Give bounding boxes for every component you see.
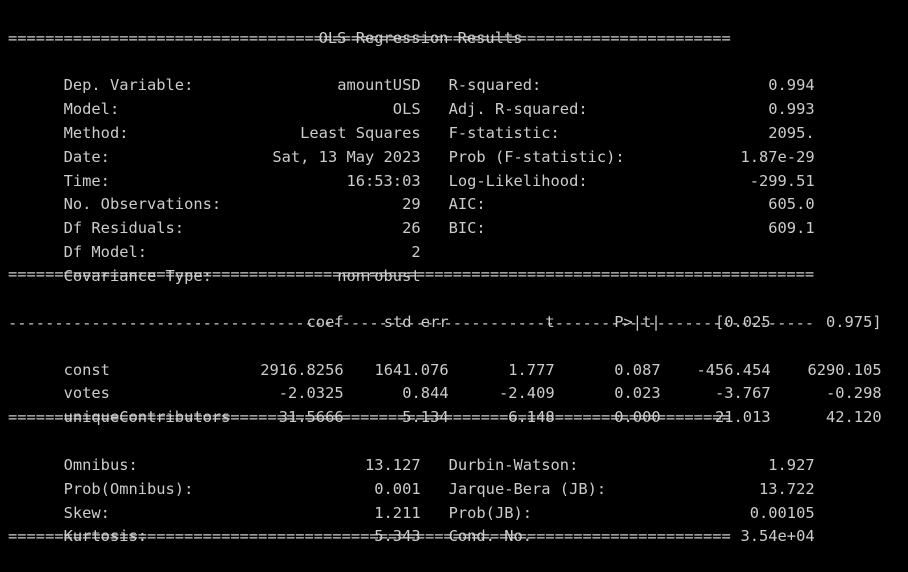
- title-line: OLS Regression Results: [8, 2, 796, 47]
- summary-row: Method: Least Squares F-statistic: 2095.: [8, 97, 815, 142]
- rule-coef-dash: ----------------------------------------…: [8, 314, 815, 332]
- table-row: uniqueContributors 31.5666 5.134 6.148 0.000…: [8, 381, 882, 426]
- summary-row: No. Observations: 29 AIC: 605.0: [8, 168, 815, 213]
- summary-row: Df Model: 2: [8, 216, 421, 261]
- coef-header-row: coef std err t P>|t| [0.025 0.975]: [8, 286, 882, 331]
- summary-stat-label: BIC:: [448, 219, 486, 237]
- table-row: votes -2.0325 0.844 -2.409 0.023 -3.767 -0.298: [8, 357, 882, 402]
- summary-row: Model: OLS Adj. R-squared: 0.993: [8, 73, 815, 118]
- rule-top: ========================================…: [8, 29, 731, 47]
- summary-stat-value: 609.1: [768, 219, 815, 237]
- rule-diagnostics-top: ========================================…: [8, 408, 731, 426]
- diagnostic-row: Prob(Omnibus): 0.001 Jarque-Bera (JB): 13.7…: [8, 453, 815, 498]
- diagnostic-row: Omnibus: 13.127 Durbin-Watson: 1.927: [8, 429, 815, 474]
- summary-row: Dep. Variable: amountUSD R-squared: 0.994: [8, 49, 815, 94]
- diagnostic-row: Skew: 1.211 Prob(JB): 0.00105: [8, 477, 815, 522]
- summary-row: Time: 16:53:03 Log-Likelihood: -299.51: [8, 145, 815, 190]
- summary-row: Covariance Type: nonrobust: [8, 240, 421, 285]
- terminal-output: OLS Regression Results =================…: [0, 0, 908, 557]
- rule-coef-top: ========================================…: [8, 265, 815, 283]
- diagnostic-row: Kurtosis: 5.343 Cond. No. 3.54e+04: [8, 500, 815, 545]
- rule-bottom: ========================================…: [8, 527, 731, 545]
- summary-row: Date: Sat, 13 May 2023 Prob (F-statistic):…: [8, 121, 815, 166]
- summary-row: Df Residuals: 26 BIC: 609.1: [8, 192, 815, 237]
- table-cell: 42.120: [826, 408, 882, 426]
- table-row: const 2916.8256 1641.076 1.777 0.087 -456.454…: [8, 334, 882, 379]
